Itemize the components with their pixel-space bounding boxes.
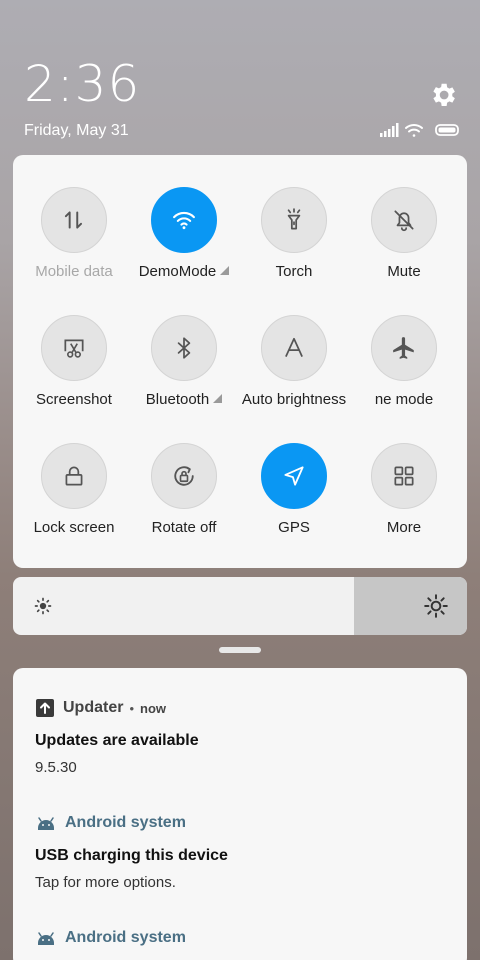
rotate-lock-icon xyxy=(174,466,194,486)
tile-circle[interactable] xyxy=(371,187,437,253)
battery-icon xyxy=(435,124,459,136)
tile-screenshot[interactable]: Screenshot xyxy=(19,315,129,415)
tile-circle[interactable] xyxy=(261,443,327,509)
tile-circle[interactable] xyxy=(151,187,217,253)
screenshot-icon xyxy=(64,339,84,358)
gear-icon[interactable] xyxy=(428,80,458,110)
notification-list: Updater • now Updates are available 9.5.… xyxy=(13,668,467,960)
bluetooth-icon xyxy=(177,337,191,359)
tile-demomode[interactable]: DemoMode xyxy=(129,187,239,287)
date: Friday, May 31 xyxy=(24,122,129,139)
mobile-data-icon xyxy=(64,211,83,229)
tile-bluetooth[interactable]: Bluetooth xyxy=(129,315,239,415)
airplane-icon xyxy=(393,337,414,359)
notification-header: Android system xyxy=(35,812,455,834)
tile-label: ne mode xyxy=(374,391,434,408)
notification-android-system[interactable]: Android system xyxy=(35,927,455,949)
lock-icon xyxy=(65,466,83,486)
notification-updater[interactable]: Updater • now Updates are available 9.5.… xyxy=(35,697,455,776)
update-arrow-icon xyxy=(36,699,54,717)
tile-circle[interactable] xyxy=(151,443,217,509)
bell-off-icon xyxy=(394,210,414,232)
tile-label: Mute xyxy=(387,263,421,280)
notification-text: 9.5.30 xyxy=(35,759,77,776)
notification-text: Tap for more options. xyxy=(35,874,176,891)
tile-airplane-mode[interactable]: ne mode xyxy=(349,315,459,415)
wifi-icon xyxy=(405,124,423,137)
tile-torch[interactable]: Torch xyxy=(239,187,349,287)
tile-circle[interactable] xyxy=(261,187,327,253)
notification-header: Android system xyxy=(35,927,455,949)
quick-settings-panel: Mobile data DemoMode Torch Mute Screensh… xyxy=(13,155,467,568)
notification-usb-charging[interactable]: Android system USB charging this device … xyxy=(35,812,455,891)
brightness-slider[interactable] xyxy=(13,577,467,635)
notification-title: USB charging this device xyxy=(35,847,228,864)
expand-triangle-icon xyxy=(213,394,223,403)
signal-icon xyxy=(380,123,399,137)
tile-circle[interactable] xyxy=(261,315,327,381)
tile-circle[interactable] xyxy=(371,315,437,381)
tile-circle[interactable] xyxy=(41,443,107,509)
brightness-track-remaining xyxy=(354,577,467,635)
android-icon xyxy=(38,932,54,945)
torch-icon xyxy=(287,208,301,230)
tile-auto-brightness[interactable]: Auto brightness xyxy=(239,315,349,415)
notification-title: Updates are available xyxy=(35,732,199,749)
clock: 2:36 xyxy=(24,55,141,113)
notification-header: Updater • now xyxy=(35,697,455,719)
status-bar-icons xyxy=(380,123,459,137)
tile-circle[interactable] xyxy=(371,443,437,509)
brightness-high-icon xyxy=(424,594,448,618)
tile-circle[interactable] xyxy=(151,315,217,381)
tile-rotate-off[interactable]: Rotate off xyxy=(129,443,239,543)
location-arrow-icon xyxy=(284,466,304,486)
tile-mute[interactable]: Mute xyxy=(349,187,459,287)
notification-app-name: Android system xyxy=(65,814,186,831)
separator-dot: • xyxy=(129,700,135,716)
tile-label: More xyxy=(386,519,422,536)
notification-time: now xyxy=(140,700,167,716)
tile-circle[interactable] xyxy=(41,187,107,253)
tile-lock-screen[interactable]: Lock screen xyxy=(19,443,129,543)
auto-brightness-icon xyxy=(285,337,303,358)
tile-mobile-data[interactable]: Mobile data xyxy=(19,187,129,287)
tile-label-text: Bluetooth xyxy=(145,391,210,408)
tile-gps[interactable]: GPS xyxy=(239,443,349,543)
notification-app-name: Updater xyxy=(63,699,124,716)
expand-triangle-icon xyxy=(220,266,230,275)
notification-app-name: Android system xyxy=(65,929,186,946)
brightness-low-icon xyxy=(34,597,52,615)
tile-label-text: DemoMode xyxy=(138,263,217,280)
grid-icon xyxy=(394,466,414,486)
tile-circle[interactable] xyxy=(41,315,107,381)
tile-more[interactable]: More xyxy=(349,443,459,543)
drag-handle[interactable] xyxy=(219,647,261,653)
android-icon xyxy=(38,817,54,830)
wifi-icon xyxy=(173,211,195,230)
